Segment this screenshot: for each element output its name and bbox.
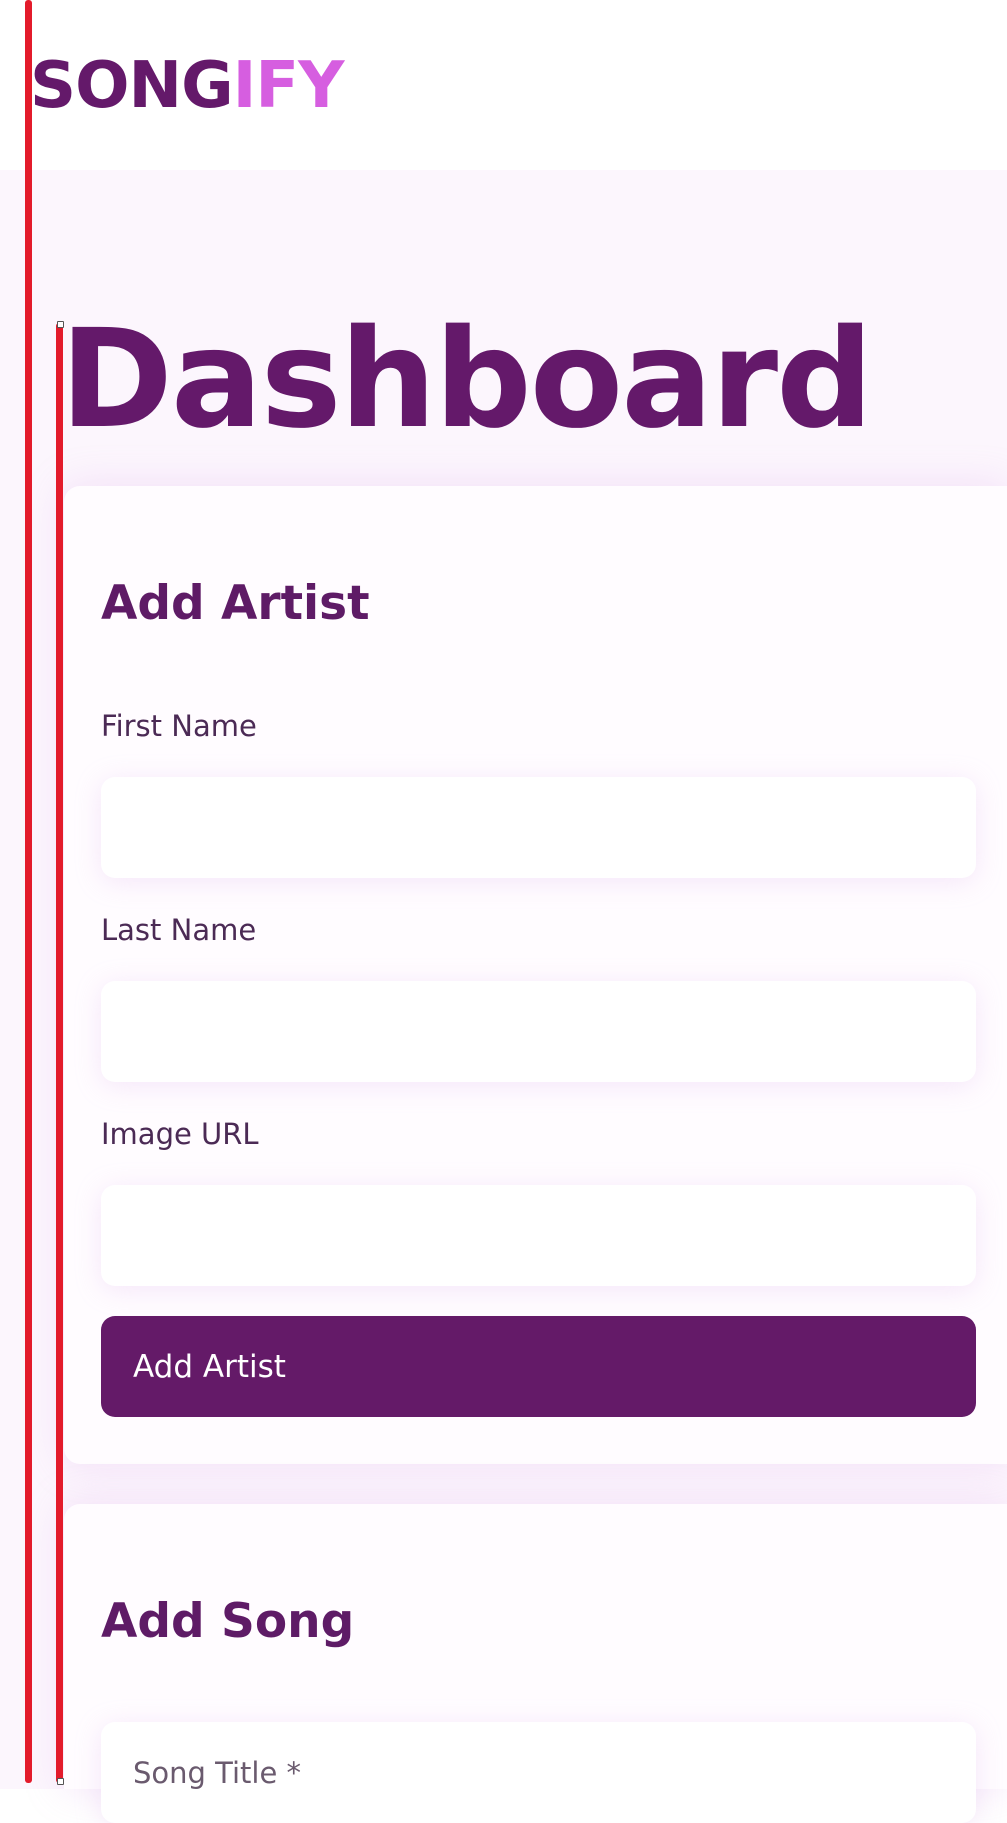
image-url-label: Image URL [101,1117,259,1151]
add-artist-heading: Add Artist [101,576,370,631]
songify-logo[interactable]: SONGIFY [30,48,345,124]
add-song-heading: Add Song [101,1594,355,1649]
last-name-label: Last Name [101,913,257,947]
logo-text-song: SONG [30,49,234,123]
red-guide-line-inner [56,321,64,1785]
image-url-input[interactable] [101,1185,976,1286]
page-title: Dashboard [60,301,873,459]
song-title-input[interactable] [101,1722,976,1823]
app-header: SONGIFY [0,0,1007,170]
add-song-card: Add Song [64,1504,1007,1823]
first-name-input[interactable] [101,777,976,878]
logo-text-ify: IFY [232,49,345,123]
last-name-input[interactable] [101,981,976,1082]
add-artist-button[interactable]: Add Artist [101,1316,976,1417]
add-artist-card: Add Artist First Name Last Name Image UR… [64,486,1007,1464]
first-name-label: First Name [101,709,257,743]
red-guide-line-outer [25,0,32,1783]
